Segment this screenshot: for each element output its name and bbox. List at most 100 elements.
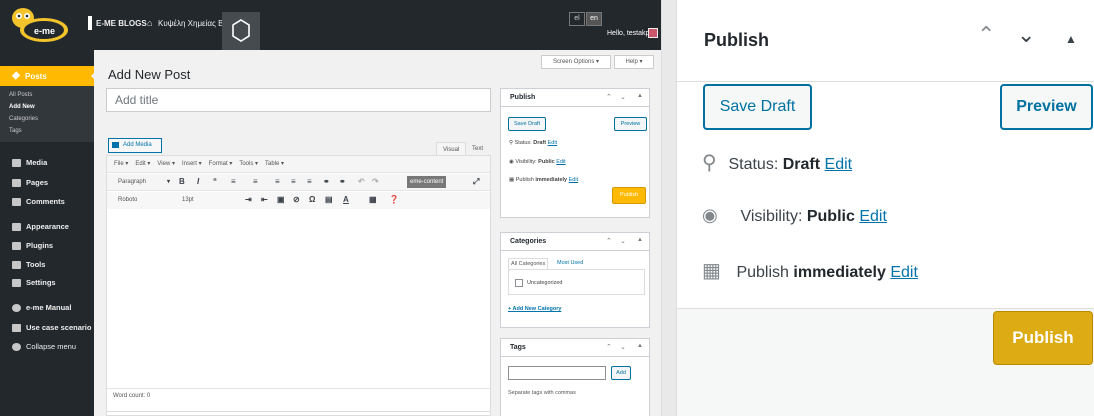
site-label[interactable]: E-ME BLOGS (96, 19, 147, 28)
submenu-tags[interactable]: Tags (9, 128, 22, 134)
move-down-icon[interactable]: ⌄ (620, 237, 626, 245)
eme-logo[interactable]: e-me (6, 4, 70, 46)
sidebar-item-comments[interactable]: Comments (12, 197, 65, 207)
table-icon[interactable]: ▦ (369, 195, 377, 204)
move-down-icon[interactable]: ⌄ (620, 93, 626, 101)
editor-menubar: File ▾ Edit ▾ View ▾ Insert ▾ Format ▾ Tools … (114, 160, 284, 167)
menu-format[interactable]: Format ▾ (209, 161, 233, 167)
eye-icon: ◉ (702, 205, 718, 225)
outdent-icon[interactable]: ⇤ (261, 195, 268, 204)
sidebar-item-tools[interactable]: Tools (12, 260, 45, 270)
menu-edit[interactable]: Edit ▾ (135, 161, 150, 167)
sidebar-item-posts[interactable]: Posts (0, 66, 94, 86)
tab-visual[interactable]: Visual (436, 142, 467, 156)
hr-icon[interactable]: ▤ (325, 195, 333, 204)
submenu-categories[interactable]: Categories (9, 116, 38, 122)
toggle-icon[interactable]: ▲ (637, 343, 643, 349)
category-checkbox[interactable] (515, 279, 523, 287)
sidebar-collapse-label: Collapse menu (26, 342, 77, 351)
toggle-icon[interactable]: ▲ (637, 93, 643, 99)
hex-button[interactable] (222, 12, 260, 50)
submenu-all-posts[interactable]: All Posts (9, 92, 32, 98)
blockquote-icon[interactable]: “ (213, 177, 217, 186)
zoom-schedule-edit-link[interactable]: Edit (890, 264, 918, 281)
preview-button[interactable]: Preview (614, 117, 647, 131)
move-up-icon[interactable]: ⌃ (606, 237, 612, 245)
sidebar-item-appearance[interactable]: Appearance (12, 222, 69, 232)
avatar[interactable] (648, 28, 658, 38)
toggle-icon[interactable]: ▲ (637, 237, 643, 243)
help-icon[interactable]: ❓ (389, 195, 399, 204)
numbered-list-icon[interactable]: ≡ (253, 177, 258, 186)
bold-icon[interactable]: B (179, 177, 185, 186)
toggle-icon[interactable]: ▲ (1065, 32, 1077, 46)
screen-options-button[interactable]: Screen Options ▾ (541, 55, 611, 69)
tools-icon (12, 261, 21, 270)
size-select[interactable]: 13pt (179, 195, 233, 206)
tab-most-used[interactable]: Most Used (557, 260, 583, 266)
help-button[interactable]: Help ▾ (614, 55, 654, 69)
lang-el-button[interactable]: el (569, 12, 585, 26)
menu-view[interactable]: View ▾ (157, 161, 175, 167)
move-up-icon[interactable]: ⌃ (606, 343, 612, 351)
menu-table[interactable]: Table ▾ (265, 161, 284, 167)
align-center-icon[interactable]: ≡ (291, 177, 296, 186)
link-icon[interactable]: ⚭ (323, 177, 330, 186)
fullscreen-icon[interactable]: ⤢ (473, 177, 479, 187)
sidebar-item-settings[interactable]: Settings (12, 278, 56, 288)
pages-icon (12, 179, 21, 188)
tab-all-categories[interactable]: All Categories (508, 258, 549, 269)
sidebar-item-plugins[interactable]: Plugins (12, 241, 53, 251)
status-edit-link[interactable]: Edit (548, 140, 557, 146)
add-new-category-link[interactable]: + Add New Category (508, 306, 561, 312)
italic-icon[interactable]: I (197, 177, 199, 186)
move-down-icon[interactable]: ⌄ (620, 343, 626, 351)
tab-text[interactable]: Text (466, 142, 489, 156)
move-up-icon[interactable]: ⌃ (977, 22, 995, 48)
eme-content-button[interactable]: eme-content (407, 176, 447, 188)
align-right-icon[interactable]: ≡ (307, 177, 312, 186)
save-draft-button[interactable]: Save Draft (508, 117, 546, 131)
zoom-publish-button[interactable]: Publish (993, 311, 1093, 365)
lang-en-button[interactable]: en (586, 12, 602, 26)
sidebar-item-manual[interactable]: e-me Manual (12, 303, 71, 313)
redo-icon[interactable]: ↷ (372, 177, 379, 186)
toolbar-row-2: Roboto 13pt ⇥ ⇤ ▣ ⊘ Ω ▤ A ▦ ❓ (107, 192, 490, 209)
clear-format-icon[interactable]: ⊘ (293, 195, 300, 204)
tags-input[interactable] (508, 366, 606, 380)
greeting[interactable]: Hello, testakp (607, 30, 649, 37)
sidebar-item-use-case[interactable]: Use case scenario (12, 323, 91, 333)
zoom-preview-button[interactable]: Preview (1000, 84, 1093, 130)
publish-button[interactable]: Publish (612, 187, 646, 204)
text-color-icon[interactable]: A (343, 195, 349, 204)
toolbar-row-1: Paragraph ▾ B I “ ≡ ≡ ≡ ≡ ≡ ⚭ ⚭ ↶ ↷ eme-… (107, 174, 490, 191)
align-left-icon[interactable]: ≡ (275, 177, 280, 186)
zoom-save-draft-button[interactable]: Save Draft (703, 84, 812, 130)
indent-icon[interactable]: ⇥ (245, 195, 252, 204)
post-title-input[interactable]: Add title (106, 88, 491, 112)
menu-insert[interactable]: Insert ▾ (182, 161, 202, 167)
sidebar-item-media[interactable]: Media (12, 158, 47, 168)
bullet-list-icon[interactable]: ≡ (231, 177, 236, 186)
visibility-value: Public (538, 159, 555, 165)
paste-icon[interactable]: ▣ (277, 195, 285, 204)
format-select[interactable]: Paragraph (115, 177, 175, 188)
move-down-icon[interactable]: ⌄ (1017, 22, 1035, 48)
add-media-button[interactable]: Add Media (108, 138, 162, 153)
visibility-edit-link[interactable]: Edit (556, 159, 565, 165)
add-tag-button[interactable]: Add (611, 366, 631, 380)
sidebar-item-collapse[interactable]: Collapse menu (12, 342, 77, 352)
font-select[interactable]: Roboto (115, 195, 175, 206)
menu-tools[interactable]: Tools ▾ (239, 161, 258, 167)
move-up-icon[interactable]: ⌃ (606, 93, 612, 101)
menu-file[interactable]: File ▾ (114, 161, 128, 167)
omega-icon[interactable]: Ω (309, 195, 315, 204)
unlink-icon[interactable]: ⚭ (339, 177, 346, 186)
submenu-add-new[interactable]: Add New (9, 104, 35, 110)
publish-box: Publish ⌃ ⌄ ▲ Save Draft Preview ⚲ Statu… (500, 88, 650, 218)
zoom-status-edit-link[interactable]: Edit (825, 156, 853, 173)
zoom-visibility-edit-link[interactable]: Edit (859, 208, 887, 225)
sidebar-item-pages[interactable]: Pages (12, 178, 48, 188)
schedule-edit-link[interactable]: Edit (569, 177, 578, 183)
undo-icon[interactable]: ↶ (358, 177, 365, 186)
